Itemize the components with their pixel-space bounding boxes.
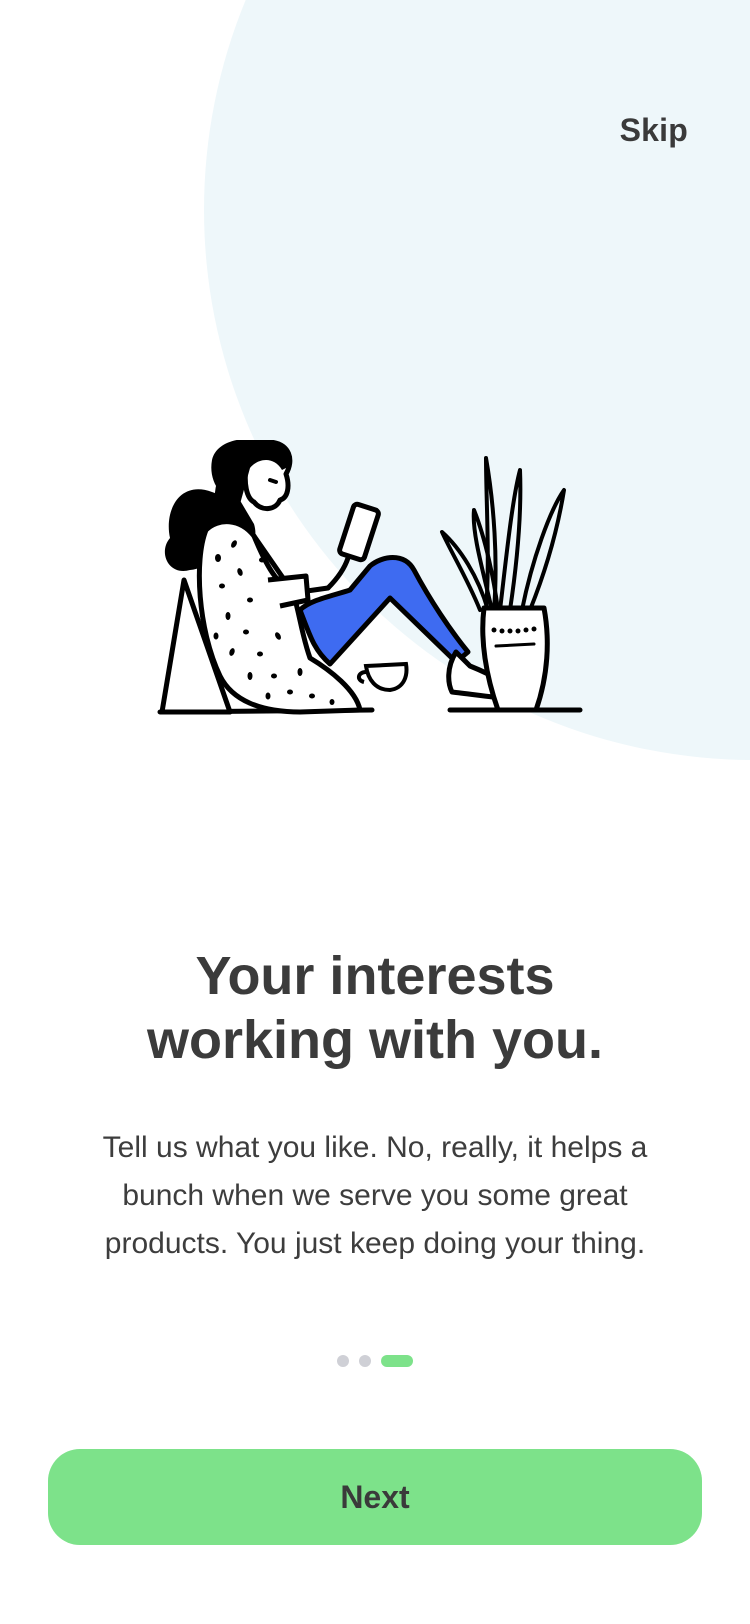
woman-reading-icon (157, 440, 583, 715)
page-dot-2[interactable] (359, 1355, 371, 1367)
skip-button[interactable]: Skip (620, 112, 688, 149)
page-description: Tell us what you like. No, really, it he… (102, 1131, 648, 1260)
page-dot-3-active[interactable] (381, 1355, 413, 1367)
onboarding-screen: Skip Your interests working with you. Te… (0, 0, 750, 1624)
pagination-dots (0, 1355, 750, 1367)
next-button[interactable]: Next (48, 1449, 702, 1545)
title-line-2: working with you. (147, 1010, 603, 1070)
page-title: Your interests working with you. (0, 944, 750, 1072)
page-dot-1[interactable] (337, 1355, 349, 1367)
title-line-1: Your interests (195, 946, 555, 1006)
